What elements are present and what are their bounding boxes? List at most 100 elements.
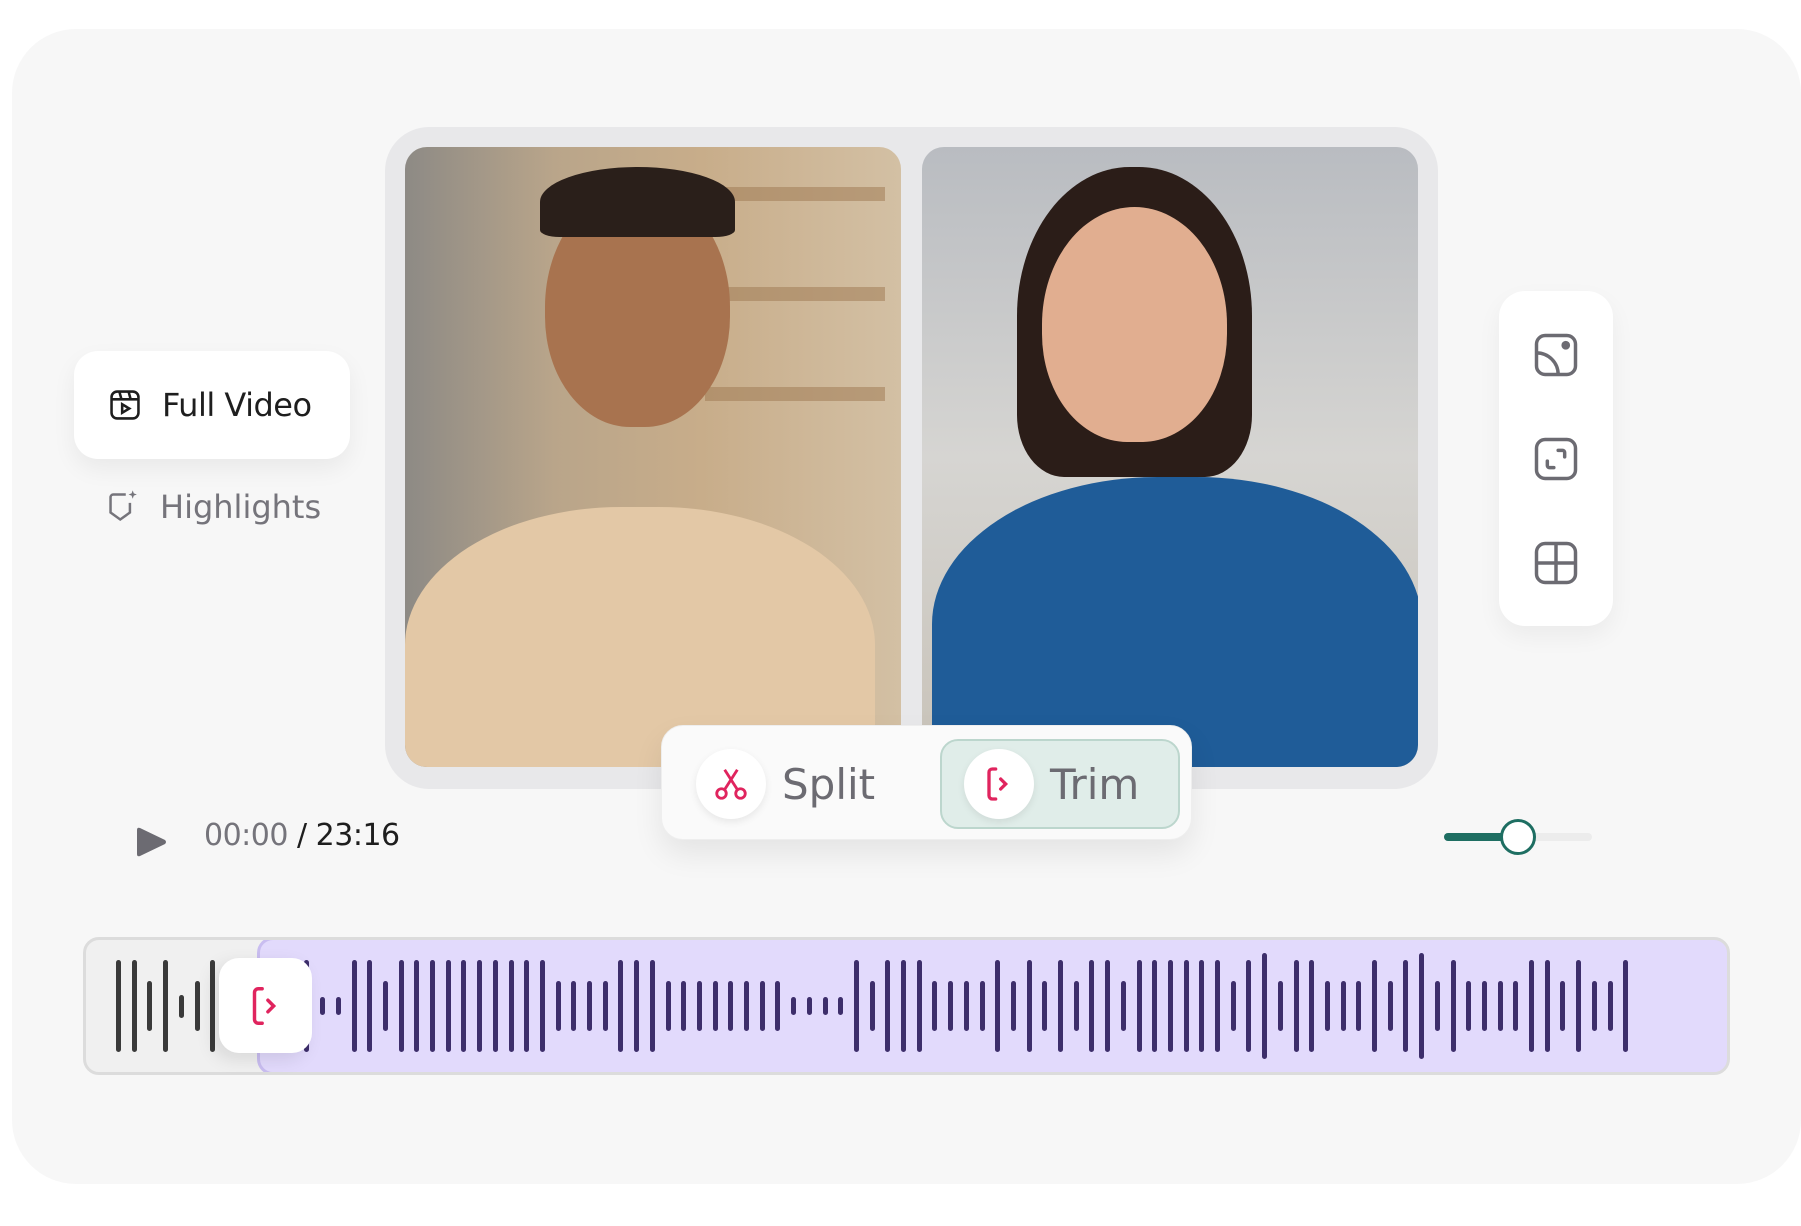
waveform-bar: [681, 980, 687, 1032]
waveform-bar: [539, 960, 545, 1052]
timeline-track[interactable]: [83, 937, 1730, 1075]
sidebar-item-highlights[interactable]: Highlights: [106, 488, 321, 526]
waveform-bar: [1513, 980, 1519, 1032]
split-label: Split: [782, 759, 876, 809]
waveform-bar: [555, 980, 561, 1032]
waveform-bar: [1073, 980, 1079, 1032]
waveform-bar: [492, 960, 498, 1052]
layout-panel: [1499, 291, 1613, 626]
waveform-bar: [131, 960, 137, 1052]
waveform-bar: [116, 960, 121, 1052]
waveform: [86, 940, 1727, 1072]
waveform-bar: [649, 960, 655, 1052]
waveform-bar: [932, 980, 938, 1032]
zoom-slider[interactable]: [1444, 819, 1592, 855]
play-button[interactable]: [136, 825, 168, 859]
waveform-bar: [948, 980, 954, 1032]
waveform-bar: [1026, 960, 1032, 1052]
waveform-bar: [445, 960, 451, 1052]
waveform-bar: [163, 960, 169, 1052]
waveform-bar: [1042, 980, 1048, 1032]
trim-label: Trim: [1050, 759, 1140, 809]
trim-start-handle[interactable]: [219, 958, 312, 1053]
waveform-bar: [1215, 960, 1220, 1052]
edit-toolbar: Split Trim: [661, 725, 1192, 840]
waveform-bar: [1481, 980, 1487, 1032]
sidebar-item-label: Full Video: [162, 386, 312, 424]
time-separator: /: [297, 818, 307, 853]
waveform-bar: [1403, 960, 1409, 1052]
waveform-bar: [728, 980, 734, 1032]
zoom-slider-knob[interactable]: [1500, 819, 1536, 855]
waveform-bar: [1262, 953, 1268, 1059]
waveform-bar: [1324, 980, 1330, 1032]
waveform-bar: [1544, 960, 1550, 1052]
total-time: 23:16: [315, 818, 400, 853]
split-button[interactable]: Split: [662, 739, 922, 829]
waveform-bar: [696, 980, 702, 1032]
playback-time: 00:00 / 23:16: [204, 818, 400, 853]
waveform-bar: [744, 980, 749, 1032]
waveform-bar: [147, 980, 153, 1032]
waveform-bar: [178, 994, 184, 1018]
waveform-bar: [1167, 960, 1173, 1052]
waveform-bar: [822, 996, 828, 1016]
grid-layout-icon[interactable]: [1530, 537, 1582, 589]
waveform-bar: [1120, 980, 1126, 1032]
sidebar-item-full-video[interactable]: Full Video: [74, 351, 350, 459]
waveform-bar: [995, 960, 1001, 1052]
waveform-bar: [901, 960, 906, 1052]
waveform-bar: [1183, 960, 1189, 1052]
waveform-bar: [1199, 960, 1205, 1052]
trim-button[interactable]: Trim: [940, 739, 1180, 829]
waveform-bar: [461, 960, 467, 1052]
waveform-bar: [1277, 980, 1283, 1032]
waveform-bar: [1466, 980, 1472, 1032]
waveform-bar: [1623, 960, 1629, 1052]
waveform-bar: [194, 980, 200, 1032]
waveform-bar: [602, 980, 608, 1032]
waveform-bar: [979, 980, 985, 1032]
waveform-bar: [1419, 953, 1425, 1059]
waveform-bar: [853, 960, 859, 1052]
trim-icon: [987, 767, 1009, 801]
waveform-bar: [1089, 960, 1095, 1052]
waveform-bar: [1309, 960, 1315, 1052]
participant-video-1[interactable]: [405, 147, 901, 767]
waveform-bar: [335, 996, 341, 1016]
waveform-bar: [665, 980, 671, 1032]
waveform-bar: [1230, 980, 1236, 1032]
waveform-bar: [1591, 980, 1597, 1032]
waveform-bar: [869, 980, 875, 1032]
waveform-bar: [1136, 960, 1142, 1052]
video-preview: [385, 127, 1438, 789]
waveform-bar: [1010, 980, 1016, 1032]
waveform-bar: [1497, 980, 1503, 1032]
waveform-bar: [210, 960, 216, 1052]
waveform-bar: [1529, 960, 1534, 1052]
waveform-bar: [1105, 960, 1111, 1052]
waveform-bar: [775, 980, 781, 1032]
waveform-bar: [1246, 960, 1252, 1052]
waveform-bar: [367, 960, 373, 1052]
picture-in-picture-layout-icon[interactable]: [1530, 329, 1582, 381]
waveform-bar: [712, 980, 718, 1032]
waveform-bar: [398, 960, 404, 1052]
shield-sparkle-icon: [109, 490, 137, 521]
waveform-bar: [587, 980, 592, 1032]
waveform-bar: [1434, 980, 1440, 1032]
waveform-bar: [1152, 960, 1158, 1052]
waveform-bar: [320, 996, 326, 1016]
waveform-bar: [963, 980, 969, 1032]
waveform-bar: [791, 996, 797, 1016]
waveform-bar: [508, 960, 514, 1052]
waveform-bar: [759, 980, 765, 1032]
waveform-bar: [1356, 980, 1362, 1032]
focus-layout-icon[interactable]: [1530, 433, 1582, 485]
waveform-bar: [1372, 960, 1377, 1052]
participant-video-2[interactable]: [922, 147, 1418, 767]
waveform-bar: [634, 960, 640, 1052]
waveform-bar: [524, 960, 530, 1052]
trim-icon: [252, 986, 276, 1025]
waveform-bar: [351, 960, 357, 1052]
